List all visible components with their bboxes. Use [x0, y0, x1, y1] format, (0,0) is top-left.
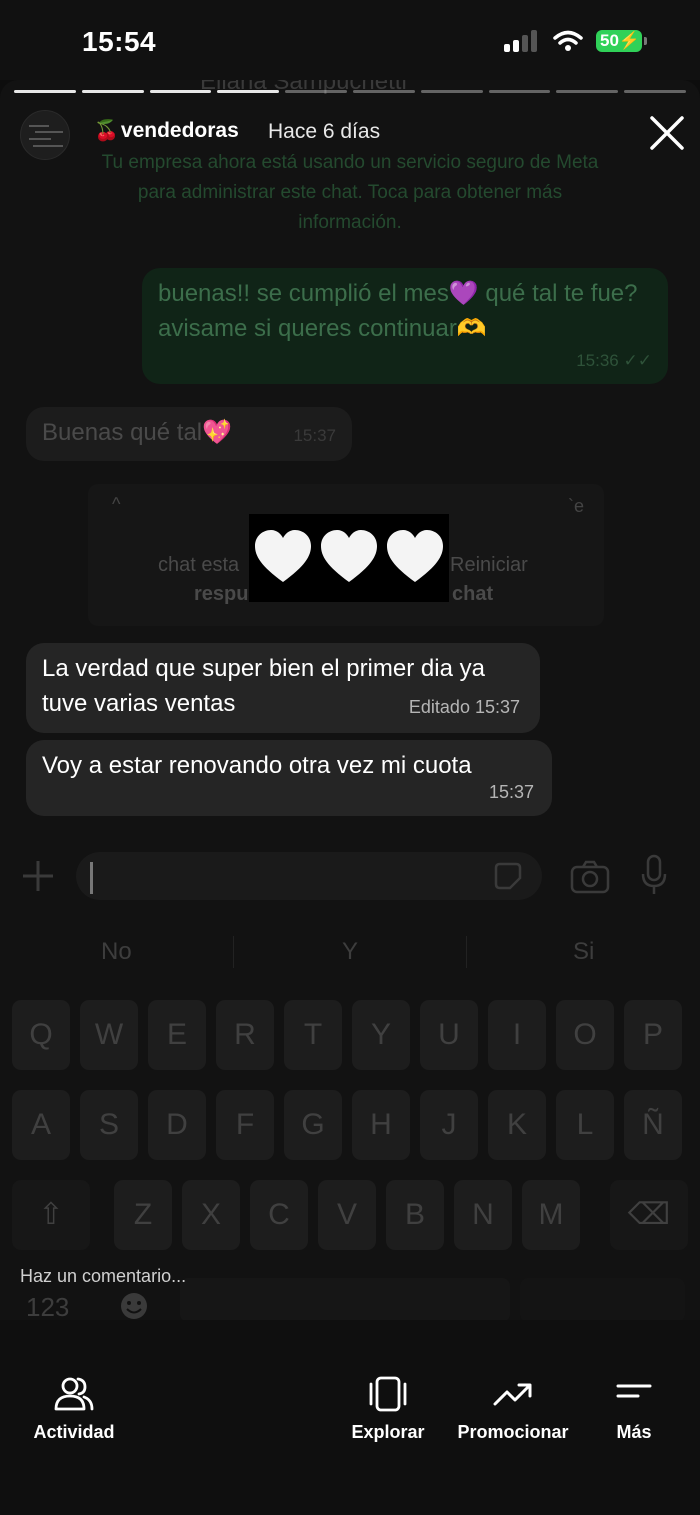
chat-header-ghost: Eliana Sampuchetti — [200, 80, 407, 95]
incoming-message: La verdad que super bien el primer dia y… — [26, 643, 540, 733]
incoming-message: Buenas qué tal💖 15:37 — [26, 407, 352, 461]
battery-level: 50 — [600, 31, 619, 50]
keyboard-suggestions: No Y Si — [0, 932, 700, 972]
progress-segment — [14, 90, 76, 93]
nav-label: Promocionar — [457, 1422, 569, 1442]
message-time: 15:36 — [576, 351, 619, 370]
keyboard-key: H — [352, 1090, 410, 1160]
status-bar: 15:54 50⚡ — [0, 0, 700, 80]
shift-key: ⇧ — [12, 1180, 90, 1250]
trending-icon — [493, 1383, 532, 1406]
backspace-key: ⌫ — [610, 1180, 688, 1250]
keyboard-key: U — [420, 1000, 478, 1070]
encryption-notice: Tu empresa ahora está usando un servicio… — [101, 152, 599, 233]
message-text: buenas!! se cumplió el mes💜 qué tal te f… — [158, 280, 638, 342]
keyboard-key: V — [318, 1180, 376, 1250]
keyboard-key: A — [12, 1090, 70, 1160]
progress-segment — [149, 90, 212, 93]
incoming-message: Voy a estar renovando otra vez mi cuota … — [26, 740, 552, 816]
suggestion: No — [100, 938, 132, 965]
keyboard-key: T — [284, 1000, 342, 1070]
progress-segment — [217, 90, 280, 93]
nav-label: Actividad — [33, 1422, 115, 1442]
outgoing-message: buenas!! se cumplió el mes💜 qué tal te f… — [142, 268, 668, 384]
account-name-label: vendedoras — [120, 119, 239, 142]
message-text: Voy a estar renovando otra vez mi cuota — [42, 752, 472, 779]
comment-placeholder: Haz un comentario... — [20, 1266, 187, 1286]
wifi-icon — [553, 30, 583, 51]
keyboard-key: I — [488, 1000, 546, 1070]
close-icon[interactable] — [648, 114, 686, 152]
cherry-icon: 🍒 — [94, 120, 119, 142]
progress-segment — [556, 90, 619, 93]
keyboard-key: Ñ — [624, 1090, 682, 1160]
keyboard-key: J — [420, 1090, 478, 1160]
story-progress — [14, 90, 686, 93]
bottom-nav: Actividad Explorar Promocionar Más — [0, 1320, 700, 1515]
keyboard-key: L — [556, 1090, 614, 1160]
nav-label: Explorar — [351, 1422, 425, 1442]
story-timestamp: Hace 6 días — [268, 120, 381, 143]
card-text: chat esta — [158, 554, 240, 576]
progress-segment — [624, 90, 686, 93]
progress-segment — [352, 90, 415, 93]
nav-promocionar[interactable]: Promocionar — [452, 1376, 574, 1443]
keyboard-key: K — [488, 1090, 546, 1160]
nav-mas[interactable]: Más — [606, 1376, 662, 1443]
keyboard-key: Z — [114, 1180, 172, 1250]
keyboard-key: N — [454, 1180, 512, 1250]
nav-actividad[interactable]: Actividad — [26, 1376, 122, 1443]
message-meta: 15:36 ✓✓ — [576, 343, 652, 378]
message-meta: Editado 15:37 — [408, 697, 520, 717]
suggestion: Y — [342, 938, 359, 965]
status-time: 15:54 — [82, 26, 157, 57]
avatar[interactable] — [20, 110, 70, 160]
progress-segment — [420, 90, 483, 93]
message-text: Buenas qué tal💖 — [42, 419, 233, 446]
story-viewer[interactable]: Eliana Sampuchetti 🍒vendedoras Hace 6 dí… — [0, 80, 700, 1320]
message-time: 15:37 — [488, 782, 534, 802]
nav-explorar[interactable]: Explorar — [346, 1376, 430, 1443]
keyboard-key: B — [386, 1180, 444, 1250]
keyboard-key: E — [148, 1000, 206, 1070]
nav-label: Más — [616, 1422, 652, 1442]
keyboard-key: F — [216, 1090, 274, 1160]
card-corner-text: ^ — [112, 494, 121, 514]
cellular-signal-icon — [504, 30, 540, 52]
battery-icon: 50⚡ — [596, 30, 647, 52]
keyboard-key: C — [250, 1180, 308, 1250]
progress-segment — [81, 90, 144, 93]
keyboard-key: P — [624, 1000, 682, 1070]
keyboard-key: W — [80, 1000, 138, 1070]
card-text: Reiniciar — [450, 554, 528, 576]
keyboard-key: Y — [352, 1000, 410, 1070]
card-text: respu — [194, 583, 249, 605]
keyboard-key: D — [148, 1090, 206, 1160]
card-text: chat — [452, 583, 494, 605]
activity-icon — [54, 1377, 94, 1411]
keyboard: No Y Si QWERTYUIOPASDFGHJKLÑZXCVBNM ⇧ ⌫ — [0, 840, 700, 1320]
white-hearts-icon — [255, 530, 443, 582]
keyboard-key: X — [182, 1180, 240, 1250]
suggestion: Si — [573, 938, 595, 965]
progress-segment — [488, 90, 551, 93]
keyboard-key: O — [556, 1000, 614, 1070]
keyboard-key: R — [216, 1000, 274, 1070]
keyboard-key: S — [80, 1090, 138, 1160]
explore-icon — [369, 1376, 407, 1412]
keyboard-key: M — [522, 1180, 580, 1250]
hearts-sticker[interactable] — [249, 514, 449, 602]
message-time: 15:37 — [293, 426, 336, 445]
menu-icon — [616, 1384, 652, 1398]
keyboard-key: Q — [12, 1000, 70, 1070]
keyboard-key: G — [284, 1090, 342, 1160]
comment-input[interactable]: Haz un comentario... — [0, 1266, 700, 1320]
double-check-icon: ✓✓ — [623, 351, 653, 370]
account-name[interactable]: 🍒vendedoras — [94, 118, 239, 143]
card-corner-text: `e — [568, 496, 585, 516]
progress-segment — [285, 90, 347, 93]
